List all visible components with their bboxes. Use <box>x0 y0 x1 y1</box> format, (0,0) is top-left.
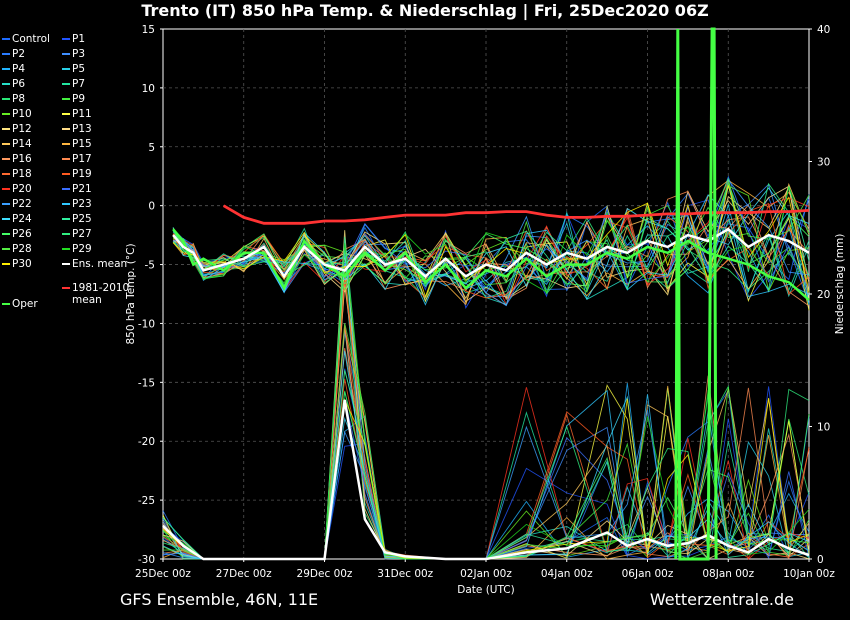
y-tick-label: 10 <box>142 83 155 95</box>
x-tick-label: 06Jan 00z <box>622 568 674 580</box>
y-tick-label: 5 <box>148 142 155 154</box>
y2-tick-label: 10 <box>817 422 830 434</box>
y2-axis-label: Niederschlag (mm) <box>834 234 846 335</box>
chart: 15 10 5 0 -5 -10 -15 -20 -25 -30 25Dec 00z 27Dec 00… <box>125 24 846 596</box>
y-tick-label: -5 <box>145 260 155 272</box>
y2-tick-label: 40 <box>817 24 830 36</box>
x-tick-label: 08Jan 00z <box>702 568 754 580</box>
x-tick-label: 29Dec 00z <box>297 568 353 580</box>
y2-tick-label: 0 <box>817 554 824 566</box>
y2-tick-label: 20 <box>817 289 830 301</box>
y2-tick-label: 30 <box>817 157 830 169</box>
x-tick-label: 27Dec 00z <box>216 568 272 580</box>
y-tick-label: -15 <box>138 377 155 389</box>
footer-source: Wetterzentrale.de <box>649 590 794 609</box>
y-tick-label: -20 <box>138 436 155 448</box>
y-tick-label: -10 <box>138 318 155 330</box>
y-tick-label: -25 <box>138 495 155 507</box>
y-tick-label: -30 <box>138 554 155 566</box>
y-tick-label: 0 <box>148 201 155 213</box>
footer-model: GFS Ensemble, 46N, 11E <box>120 590 319 609</box>
x-tick-label: 10Jan 00z <box>783 568 835 580</box>
x-tick-label: 04Jan 00z <box>541 568 593 580</box>
x-tick-label: 02Jan 00z <box>460 568 512 580</box>
x-tick-label: 31Dec 00z <box>377 568 433 580</box>
y-axis-label: 850 hPa Temp. (°C) <box>125 243 137 344</box>
x-tick-label: 25Dec 00z <box>135 568 191 580</box>
x-axis-label: Date (UTC) <box>457 584 514 596</box>
y-tick-label: 15 <box>142 24 155 36</box>
